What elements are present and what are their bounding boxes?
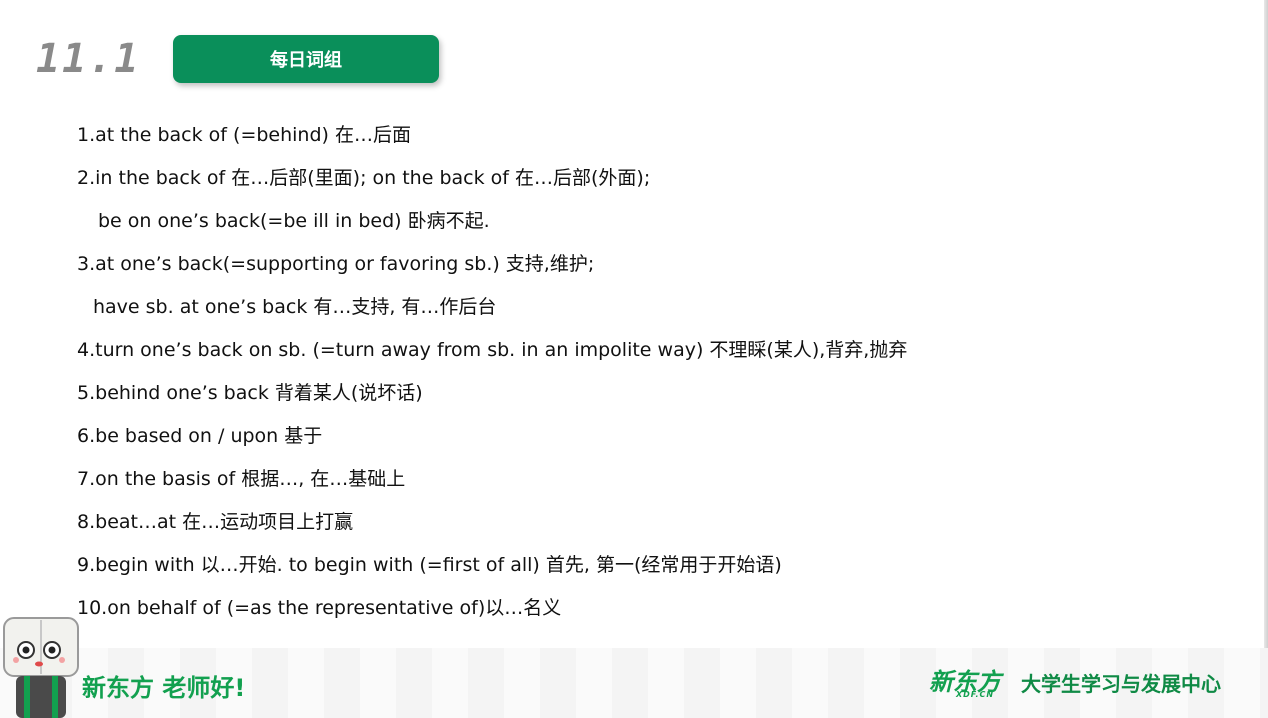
date-label: 11.1	[36, 36, 141, 82]
list-item: 5.behind one’s back 背着某人(说坏话)	[77, 382, 423, 404]
list-item: 2.in the back of 在…后部(里面); on the back o…	[77, 167, 651, 189]
list-item: 6.be based on / upon 基于	[77, 425, 323, 447]
title-text: 每日词组	[270, 50, 342, 71]
list-item: 1.at the back of (=behind) 在…后面	[77, 124, 411, 146]
list-item: be on one’s back(=be ill in bed) 卧病不起.	[98, 210, 490, 232]
slide-edge	[1264, 0, 1268, 718]
list-item: 9.begin with 以…开始. to begin with (=first…	[77, 554, 782, 576]
mascot-icon	[3, 617, 79, 718]
slide: 11.1 每日词组 1.at the back of (=behind) 在…后…	[0, 0, 1268, 718]
list-item: have sb. at one’s back 有…支持, 有…作后台	[93, 296, 497, 318]
brand-logo-subtext: XDF.CN	[956, 690, 995, 699]
center-name: 大学生学习与发展中心	[1021, 672, 1221, 696]
list-item: 3.at one’s back(=supporting or favoring …	[77, 253, 595, 275]
list-item: 8.beat…at 在…运动项目上打赢	[77, 511, 354, 533]
list-item: 10.on behalf of (=as the representative …	[77, 597, 562, 619]
list-item: 4.turn one’s back on sb. (=turn away fro…	[77, 339, 908, 361]
footer-slogan: 新东方 老师好!	[82, 674, 246, 702]
title-badge: 每日词组	[173, 35, 439, 83]
list-item: 7.on the basis of 根据…, 在…基础上	[77, 468, 406, 490]
